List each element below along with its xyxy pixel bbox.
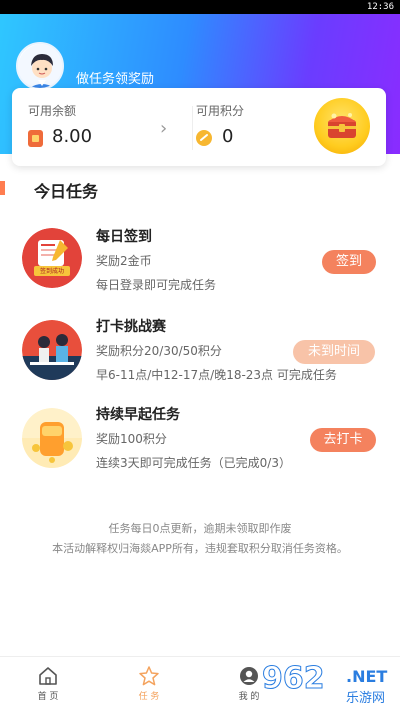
notice-line-2: 本活动解释权归海燚APP所有，违规套取积分取消任务资格。 [52,542,348,555]
task-reward: 奖励积分20/30/50积分 [96,344,222,358]
task-reward: 奖励2金币 [96,254,152,268]
not-yet-time-button[interactable]: 未到时间 [293,340,375,364]
checkin-illustration [22,228,82,288]
challenge-task-icon [22,320,82,380]
watermark-domain: .NET [346,667,388,686]
tab-task-label: 任 务 [138,692,160,702]
task-description: 早6-11点/中12-17点/晚18-23点 可完成任务 [96,368,337,382]
task-item-daily-checkin: 签到成功 每日签到 奖励2金币 每日登录即可完成任务 签到 [0,226,400,308]
user-icon [240,667,258,685]
task-name: 打卡挑战赛 [96,319,166,335]
chest-illustration [328,113,356,138]
points-coin-icon [196,130,212,146]
checkin-task-icon: 签到成功 [22,228,82,288]
task-name: 持续早起任务 [96,407,180,423]
notice-line-1: 任务每日0点更新，逾期未领取即作废 [108,522,292,535]
chevron-right-icon[interactable]: › [160,118,167,139]
points-value[interactable]: 0 [222,126,233,147]
task-description: 每日登录即可完成任务 [96,278,217,292]
task-name: 每日签到 [96,229,152,245]
section-title: 今日任务 [34,182,99,201]
points-label: 可用积分 [196,104,245,118]
card-divider [192,106,193,150]
early-rise-illustration [22,408,82,468]
checkin-button[interactable]: 签到 [322,250,376,274]
status-bar: 12:36 [0,0,400,14]
task-reward: 奖励100积分 [96,432,167,446]
task-item-early-rise: 持续早起任务 奖励100积分 连续3天即可完成任务（已完成0/3） 去打卡 [0,404,400,486]
task-item-punch-challenge: 打卡挑战赛 奖励积分20/30/50积分 早6-11点/中12-17点/晚18-… [0,316,400,398]
balance-card: 可用余额 8.00 › 可用积分 0 [12,88,386,166]
watermark-cn: 乐游网 [346,691,386,706]
status-time: 12:36 [366,2,394,12]
star-icon [139,666,159,686]
header-title: 做任务领奖励 [76,72,155,87]
avatar[interactable] [16,42,64,90]
treasure-chest-icon[interactable] [314,98,370,154]
watermark-number: 962 [262,661,326,697]
tab-home-label: 首 页 [37,692,59,702]
checkin-image-text: 签到成功 [39,268,64,275]
balance-label: 可用余额 [28,104,77,118]
task-description: 连续3天即可完成任务（已完成0/3） [96,456,291,470]
avatar-illustration [18,44,62,88]
home-icon [39,667,57,685]
go-punch-button[interactable]: 去打卡 [310,428,376,452]
tab-home[interactable]: 首 页 [8,657,88,709]
early-rise-task-icon [22,408,82,468]
section-accent-bar [0,181,5,195]
wallet-icon [28,130,43,147]
watermark-logo: 962 .NET 乐游网 [262,661,398,707]
balance-value[interactable]: 8.00 [52,126,92,147]
tab-task[interactable]: 任 务 [109,657,189,709]
challenge-illustration [22,320,82,380]
